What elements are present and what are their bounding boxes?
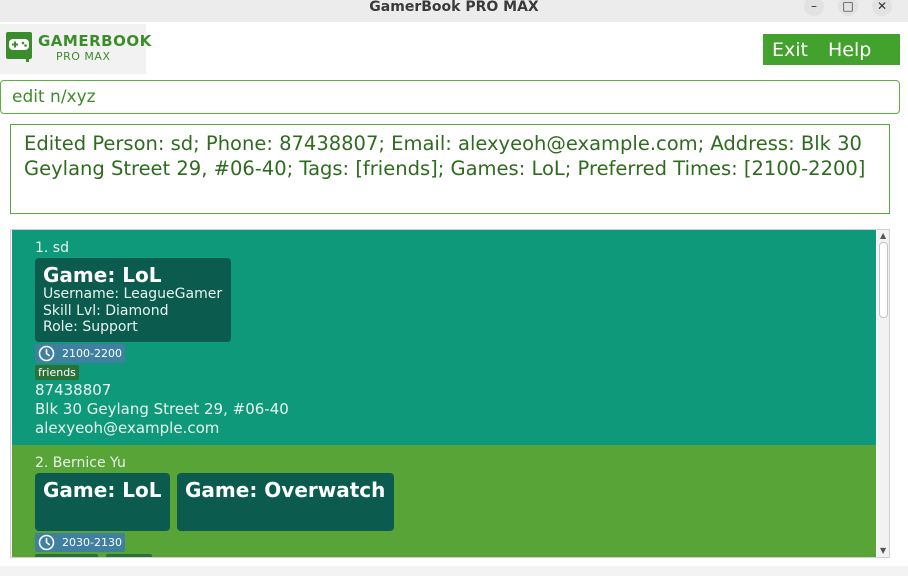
tag-badge (35, 554, 98, 557)
app-header: GAMERBOOK PRO MAX Exit Help (0, 22, 908, 74)
tag-badge: friends (35, 365, 79, 380)
time-badge: 2030-2130 (35, 533, 125, 552)
clock-icon (38, 345, 55, 362)
logo-subtitle: PRO MAX (56, 50, 111, 63)
window-title: GamerBook PRO MAX (369, 0, 539, 15)
game-title: Game: Overwatch (185, 478, 386, 502)
game-role: Role: Support (43, 319, 138, 335)
scroll-down-arrow-icon[interactable]: ▼ (880, 546, 886, 555)
time-badge: 2100-2200 (35, 344, 125, 363)
menu-bar: Exit Help (763, 34, 900, 65)
clock-icon (38, 534, 55, 551)
game-skill: Skill Lvl: Diamond (43, 302, 169, 319)
scroll-up-arrow-icon[interactable]: ▲ (880, 231, 886, 240)
command-input[interactable] (12, 87, 872, 107)
window-titlebar: GamerBook PRO MAX – □ ✕ (0, 0, 908, 22)
command-box[interactable] (0, 80, 900, 114)
result-display: Edited Person: sd; Phone: 87438807; Emai… (10, 124, 890, 214)
time-text: 2030-2130 (62, 536, 122, 549)
gamepad-book-icon (6, 32, 32, 62)
logo: GAMERBOOK PRO MAX (0, 24, 151, 74)
game-card: Game: LoL Username: LeagueGamer Skill Lv… (35, 258, 231, 342)
person-card[interactable]: 2. Bernice Yu Game: LoL Game: Overwatch … (12, 445, 876, 557)
person-address: Blk 30 Geylang Street 29, #06-40 (35, 400, 289, 418)
menu-help[interactable]: Help (828, 39, 871, 61)
list-scrollbar[interactable]: ▲ ▼ (877, 230, 889, 557)
status-bar (0, 566, 908, 576)
result-text: Edited Person: sd; Phone: 87438807; Emai… (24, 132, 866, 180)
person-name: 2. Bernice Yu (35, 455, 126, 471)
game-card: Game: LoL (35, 473, 170, 531)
person-list[interactable]: 1. sd Game: LoL Username: LeagueGamer Sk… (10, 229, 890, 558)
tag-badge (106, 554, 152, 557)
game-username: Username: LeagueGamer (43, 286, 223, 302)
game-title: Game: LoL (43, 478, 162, 502)
game-title: Game: LoL (43, 263, 162, 287)
person-phone: 87438807 (35, 381, 112, 399)
game-card: Game: Overwatch (177, 473, 394, 531)
logo-title: GAMERBOOK (38, 32, 152, 50)
person-name: 1. sd (35, 240, 69, 256)
person-card[interactable]: 1. sd Game: LoL Username: LeagueGamer Sk… (12, 230, 876, 445)
menu-exit[interactable]: Exit (772, 39, 808, 61)
person-email: alexyeoh@example.com (35, 419, 220, 437)
scroll-thumb[interactable] (879, 242, 888, 318)
time-text: 2100-2200 (62, 347, 122, 360)
